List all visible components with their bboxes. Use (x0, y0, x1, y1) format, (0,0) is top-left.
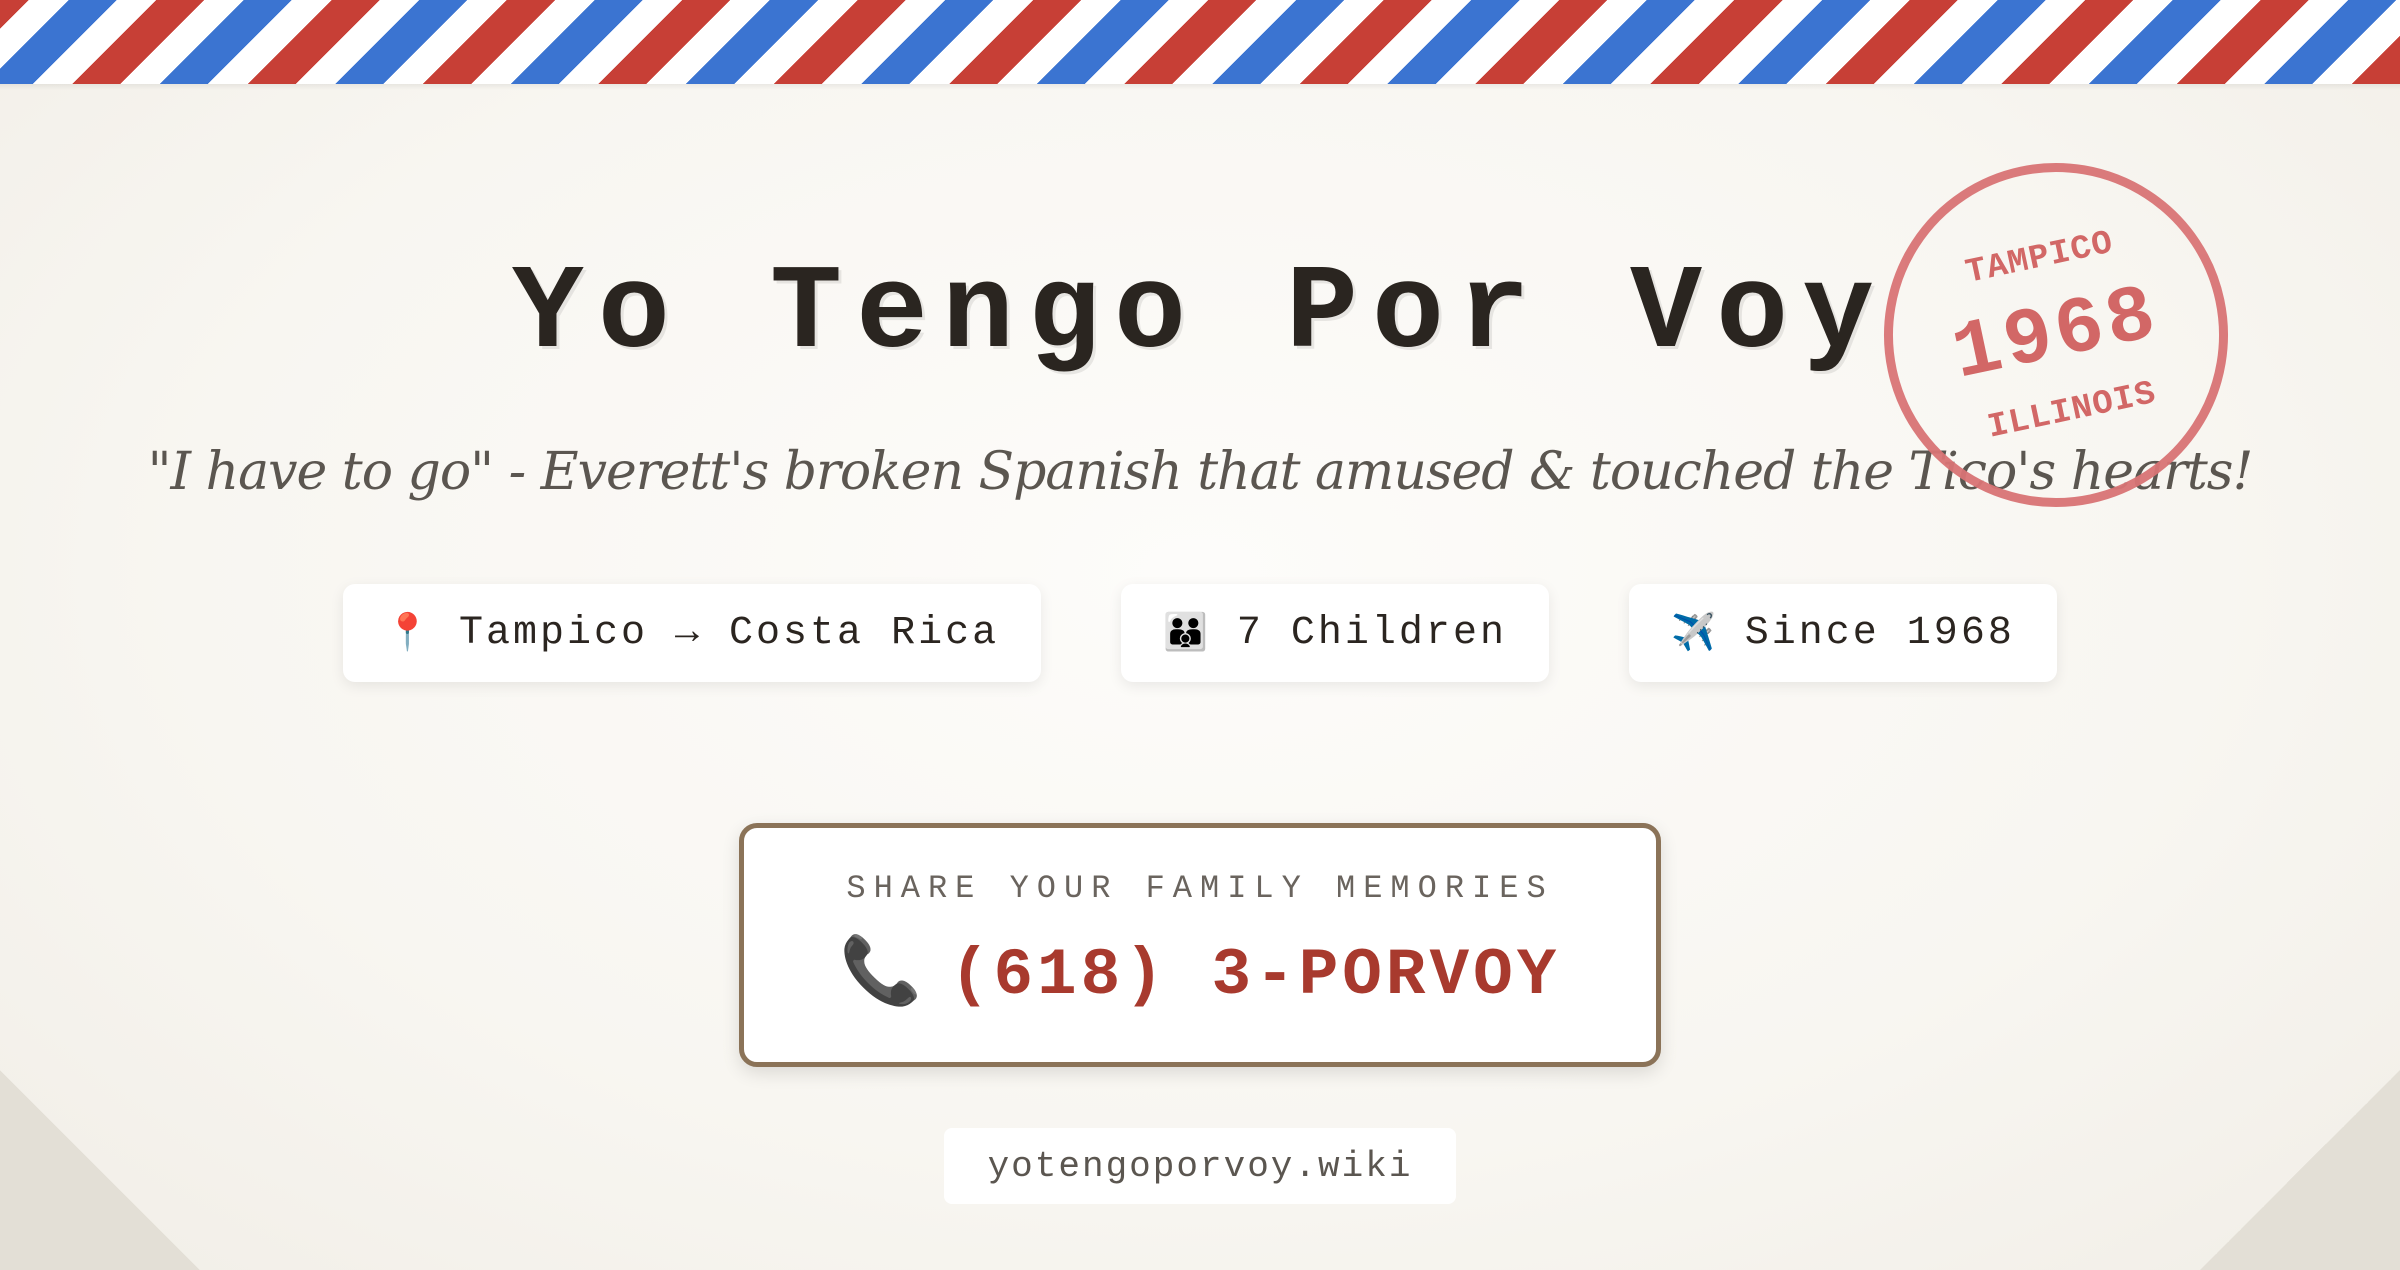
airplane-icon: ✈️ (1670, 614, 1719, 655)
pin-icon: 📍 (385, 614, 433, 655)
badge-children: 👪 7 Children (1121, 584, 1549, 682)
envelope-page: Yo Tengo Por Voy "I have to go" - Everet… (0, 0, 2400, 1270)
contact-card[interactable]: SHARE YOUR FAMILY MEMORIES 📞 (618) 3-POR… (739, 823, 1661, 1067)
badge-location-label: Tampico → Costa Rica (459, 610, 1000, 656)
telephone-icon: 📞 (839, 938, 922, 1013)
badge-since-label: Since 1968 (1744, 610, 2015, 656)
airmail-stripe-border (0, 0, 2400, 90)
family-icon: 👪 (1163, 614, 1211, 655)
contact-phone-row[interactable]: 📞 (618) 3-PORVOY (744, 936, 1656, 1016)
badge-location: 📍 Tampico → Costa Rica (343, 584, 1042, 682)
badge-children-label: 7 Children (1236, 610, 1507, 656)
info-badges: 📍 Tampico → Costa Rica 👪 7 Children ✈️ S… (0, 584, 2400, 682)
website-url-link[interactable]: yotengoporvoy.wiki (944, 1128, 1456, 1204)
envelope-fold-left (0, 1070, 200, 1270)
phone-number-link[interactable]: (618) 3-PORVOY (950, 936, 1561, 1016)
envelope-fold-right (2200, 1070, 2400, 1270)
contact-label: SHARE YOUR FAMILY MEMORIES (846, 870, 1554, 907)
badge-since: ✈️ Since 1968 (1628, 584, 2057, 682)
